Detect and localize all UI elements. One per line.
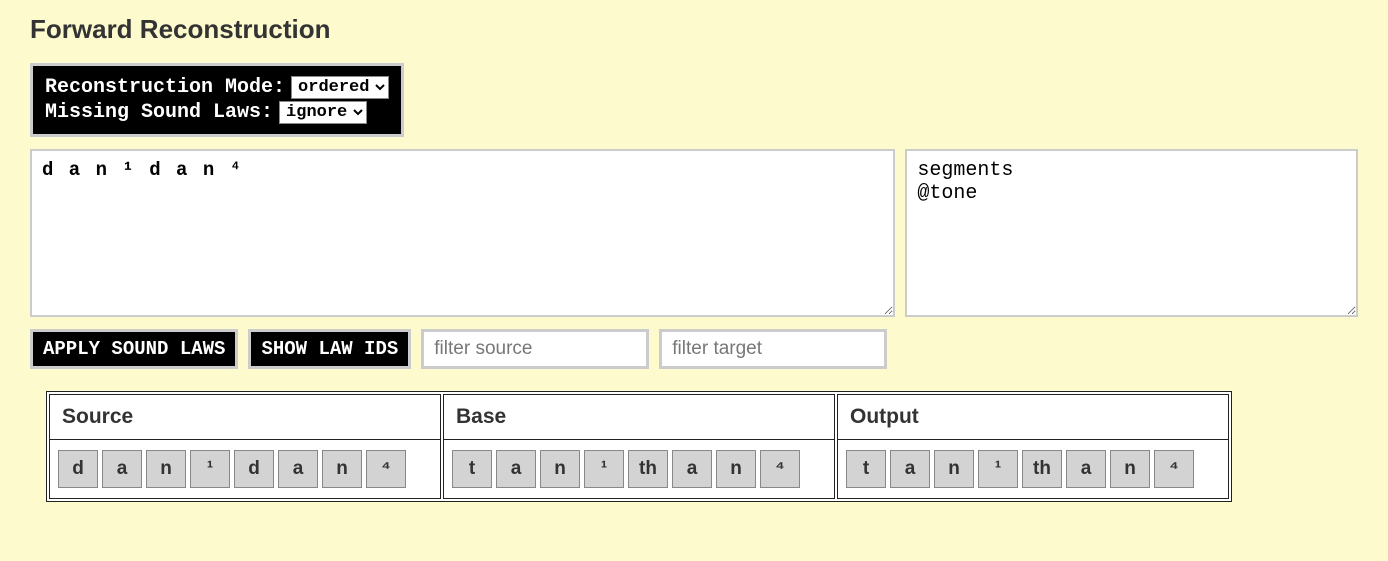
filter-target-input[interactable] bbox=[659, 329, 887, 369]
source-segment: a bbox=[278, 450, 318, 488]
settings-panel: Reconstruction Mode: ordered Missing Sou… bbox=[30, 63, 404, 137]
output-segment: a bbox=[1066, 450, 1106, 488]
output-segment: t bbox=[846, 450, 886, 488]
source-column: Source dan¹dan⁴ bbox=[49, 394, 441, 499]
source-header: Source bbox=[50, 395, 440, 440]
base-column: Base tan¹than⁴ bbox=[443, 394, 835, 499]
page-title: Forward Reconstruction bbox=[30, 14, 1358, 45]
tiers-textarea[interactable] bbox=[905, 149, 1358, 317]
output-segment: a bbox=[890, 450, 930, 488]
source-segment: ⁴ bbox=[366, 450, 406, 488]
mode-select[interactable]: ordered bbox=[291, 76, 389, 99]
base-segment: a bbox=[672, 450, 712, 488]
mode-label: Reconstruction Mode: bbox=[45, 76, 285, 99]
output-column: Output tan¹than⁴ bbox=[837, 394, 1229, 499]
base-segment: a bbox=[496, 450, 536, 488]
source-segment: d bbox=[58, 450, 98, 488]
source-segment: ¹ bbox=[190, 450, 230, 488]
output-segment: ⁴ bbox=[1154, 450, 1194, 488]
base-segment: ⁴ bbox=[760, 450, 800, 488]
input-textarea[interactable] bbox=[30, 149, 895, 317]
base-header: Base bbox=[444, 395, 834, 440]
missing-select[interactable]: ignore bbox=[279, 101, 367, 124]
source-segment: n bbox=[146, 450, 186, 488]
base-segment: n bbox=[716, 450, 756, 488]
output-segment: n bbox=[934, 450, 974, 488]
base-segment: th bbox=[628, 450, 668, 488]
base-segment: t bbox=[452, 450, 492, 488]
source-segment: n bbox=[322, 450, 362, 488]
output-segment: th bbox=[1022, 450, 1062, 488]
base-segment: n bbox=[540, 450, 580, 488]
missing-label: Missing Sound Laws: bbox=[45, 101, 273, 124]
source-segment: d bbox=[234, 450, 274, 488]
output-header: Output bbox=[838, 395, 1228, 440]
filter-source-input[interactable] bbox=[421, 329, 649, 369]
base-segment: ¹ bbox=[584, 450, 624, 488]
source-segment: a bbox=[102, 450, 142, 488]
show-law-ids-button[interactable]: SHOW LAW IDS bbox=[248, 329, 411, 369]
results-table: Source dan¹dan⁴ Base tan¹than⁴ Output ta… bbox=[46, 391, 1232, 502]
output-segment: ¹ bbox=[978, 450, 1018, 488]
apply-sound-laws-button[interactable]: APPLY SOUND LAWS bbox=[30, 329, 238, 369]
output-segment: n bbox=[1110, 450, 1150, 488]
